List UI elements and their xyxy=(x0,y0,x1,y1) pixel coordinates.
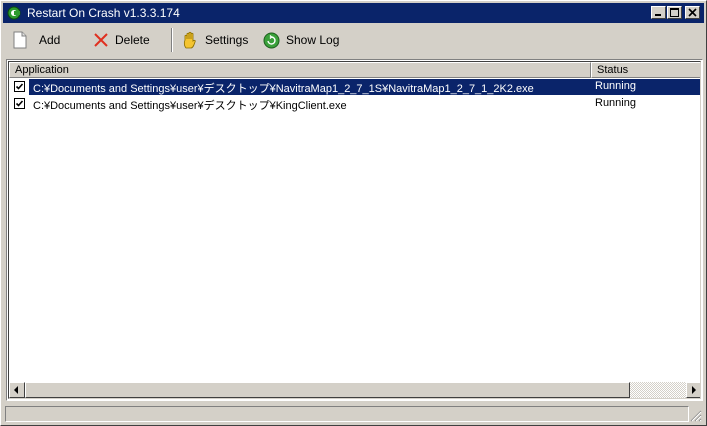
application-path: C:¥Documents and Settings¥user¥デスクトップ¥Na… xyxy=(33,83,534,95)
list-header: Application Status xyxy=(9,62,700,78)
minimize-button[interactable] xyxy=(651,6,666,19)
status-panel xyxy=(5,406,689,422)
status-text: Running xyxy=(595,97,636,109)
column-header-status[interactable]: Status xyxy=(591,62,700,78)
status-text: Running xyxy=(595,80,636,92)
minimize-icon xyxy=(655,14,661,16)
arrow-left-icon xyxy=(14,386,18,394)
add-button[interactable]: Add xyxy=(13,29,60,51)
toolbar-separator xyxy=(171,28,173,52)
scrollbar-thumb[interactable] xyxy=(25,382,630,398)
table-row[interactable]: C:¥Documents and Settings¥user¥デスクトップ¥Ki… xyxy=(9,96,700,112)
application-list[interactable]: Application Status C:¥Documents and Sett… xyxy=(6,59,703,401)
show-log-label: Show Log xyxy=(286,33,340,47)
resize-grip-icon[interactable] xyxy=(690,410,702,422)
status-bar xyxy=(3,404,704,424)
main-window: Restart On Crash v1.3.3.174 Add Delete S… xyxy=(0,0,707,426)
row-checkbox[interactable] xyxy=(14,81,25,92)
scrollbar-track[interactable] xyxy=(630,382,686,398)
close-icon xyxy=(688,8,697,17)
close-button[interactable] xyxy=(685,6,700,19)
table-row[interactable]: C:¥Documents and Settings¥user¥デスクトップ¥Na… xyxy=(9,79,700,95)
checkmark-icon xyxy=(15,100,24,107)
title-bar[interactable]: Restart On Crash v1.3.3.174 xyxy=(3,3,704,23)
application-path: C:¥Documents and Settings¥user¥デスクトップ¥Ki… xyxy=(33,100,347,112)
maximize-icon xyxy=(670,8,679,17)
green-refresh-icon xyxy=(263,32,280,48)
restart-on-crash-icon xyxy=(7,6,21,20)
settings-label: Settings xyxy=(205,33,249,47)
row-checkbox[interactable] xyxy=(14,98,25,109)
add-label: Add xyxy=(39,33,61,47)
toolbar: Add Delete Settings Show Log xyxy=(3,25,704,57)
horizontal-scrollbar[interactable] xyxy=(9,382,700,398)
new-document-icon xyxy=(13,31,27,49)
window-title: Restart On Crash v1.3.3.174 xyxy=(27,6,180,20)
delete-button[interactable]: Delete xyxy=(93,29,150,51)
delete-label: Delete xyxy=(115,33,150,47)
checkmark-icon xyxy=(15,83,24,90)
settings-button[interactable]: Settings xyxy=(181,29,248,51)
column-header-application[interactable]: Application xyxy=(9,62,591,78)
show-log-button[interactable]: Show Log xyxy=(263,29,339,51)
scroll-left-button[interactable] xyxy=(9,382,25,398)
maximize-button[interactable] xyxy=(667,6,682,19)
scroll-right-button[interactable] xyxy=(686,382,700,398)
arrow-right-icon xyxy=(692,386,696,394)
red-x-icon xyxy=(94,33,108,47)
hand-icon xyxy=(183,31,196,49)
